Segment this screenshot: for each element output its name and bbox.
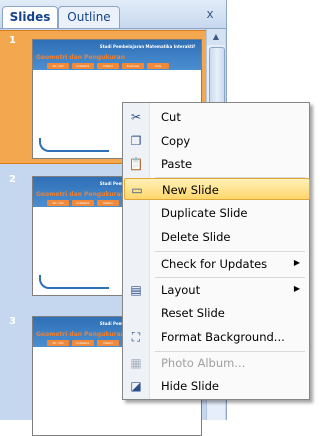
menu-item-hide-slide[interactable]: ◪ Hide Slide [124, 375, 308, 397]
slide-footer-line [69, 287, 109, 289]
close-panel-icon[interactable]: x [203, 7, 217, 21]
tab-slides[interactable]: Slides [2, 6, 58, 28]
menu-item-format-background[interactable]: ⛶ Format Background... [124, 326, 308, 348]
slide-menu-item: Materi [97, 63, 119, 69]
slide-menu-item: SK / KD [47, 340, 69, 346]
slide-menu: SK / KD Indikator Materi [47, 340, 119, 347]
slide-menu-item: Materi [97, 340, 119, 346]
slide-menu-item: Evaluasi [122, 63, 144, 69]
menu-item-label: Layout [161, 283, 201, 297]
menu-item-label: New Slide [162, 183, 219, 197]
menu-item-label: Hide Slide [161, 379, 219, 393]
menu-separator [155, 251, 305, 252]
layout-icon: ▤ [130, 283, 142, 297]
menu-item-label: Duplicate Slide [161, 206, 248, 220]
scroll-up-icon[interactable]: ▲ [207, 29, 225, 45]
slide-menu-item: SK / KD [47, 200, 69, 206]
menu-item-label: Check for Updates [161, 257, 268, 271]
menu-item-paste[interactable]: 📋 Paste [124, 153, 308, 175]
menu-item-photo-album[interactable]: ▦ Photo Album... [124, 352, 308, 374]
menu-item-reset-slide[interactable]: Reset Slide [124, 302, 308, 324]
slide-title: Geometri dan Pengukuran [36, 191, 125, 198]
menu-separator [155, 277, 305, 278]
menu-item-duplicate-slide[interactable]: Duplicate Slide [124, 202, 308, 224]
slide-menu-item: Materi [97, 200, 119, 206]
slide-footer-curve [39, 138, 71, 152]
slide-number: 1 [9, 35, 16, 46]
slide-footer-curve [39, 275, 71, 289]
menu-item-label: Reset Slide [161, 306, 225, 320]
slide-menu-item: Indikator [72, 200, 94, 206]
menu-item-new-slide[interactable]: ▭ New Slide [124, 178, 310, 200]
paste-icon: 📋 [128, 157, 144, 171]
menu-item-label: Copy [161, 134, 191, 148]
menu-item-label: Paste [161, 157, 193, 171]
scissors-icon: ✂ [130, 110, 142, 124]
context-menu: ✂ Cut ❐ Copy 📋 Paste ▭ New Slide Duplica… [122, 102, 310, 400]
copy-icon: ❐ [130, 134, 142, 148]
tab-outline[interactable]: Outline [58, 6, 120, 28]
hide-slide-icon: ◪ [130, 379, 142, 393]
slide-menu: SK / KD Indikator Materi Evaluasi Kuis [47, 63, 169, 70]
slide-number: 3 [9, 316, 16, 327]
new-slide-icon: ▭ [131, 183, 143, 197]
slide-menu-item: SK / KD [47, 63, 69, 69]
slide-menu-item: Indikator [72, 63, 94, 69]
slide-title: Geometri dan Pengukuran [36, 331, 125, 338]
menu-item-layout[interactable]: ▤ Layout ▶ [124, 279, 308, 301]
slide-menu-item: Kuis [147, 63, 169, 69]
menu-item-copy[interactable]: ❐ Copy [124, 130, 308, 152]
menu-item-check-for-updates[interactable]: Check for Updates ▶ [124, 253, 308, 275]
menu-item-label: Photo Album... [161, 356, 246, 370]
menu-item-label: Format Background... [161, 330, 285, 344]
slide-menu: SK / KD Indikator Materi [47, 200, 119, 207]
menu-item-label: Cut [161, 110, 181, 124]
slide-footer-line [69, 150, 109, 152]
menu-item-delete-slide[interactable]: Delete Slide [124, 226, 308, 248]
slide-menu-item: Indikator [72, 340, 94, 346]
panel-tabbar: Slides Outline x [0, 0, 226, 29]
slide-number: 2 [9, 174, 16, 185]
paint-bucket-icon: ⛶ [131, 330, 141, 344]
submenu-arrow-icon: ▶ [293, 284, 300, 293]
photo-album-icon: ▦ [130, 356, 142, 370]
menu-item-cut[interactable]: ✂ Cut [124, 106, 308, 128]
slide-title: Geometri dan Pengukuran [36, 54, 125, 61]
submenu-arrow-icon: ▶ [293, 258, 300, 267]
menu-item-label: Delete Slide [161, 230, 231, 244]
slide-subtitle: Studi Pembelajaran Matematika Interaktif [99, 44, 195, 49]
